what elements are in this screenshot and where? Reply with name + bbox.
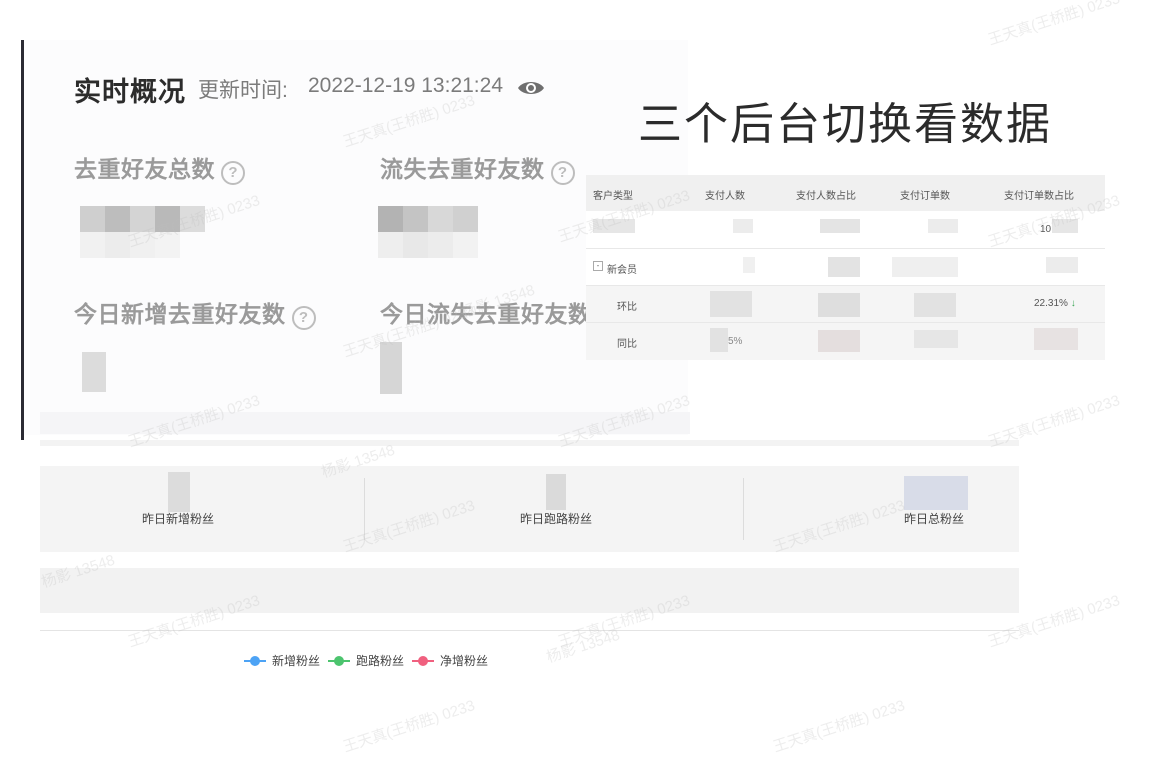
section-gap xyxy=(40,440,1019,446)
customer-type-cell: 环比 xyxy=(617,302,637,313)
eye-icon[interactable] xyxy=(517,78,545,98)
customer-type-cell: 新会员 xyxy=(607,265,637,276)
watermark: 王天真(王桥胜) 0233 xyxy=(771,697,908,756)
blurred-value-2 xyxy=(80,232,180,258)
watermark: 王天真(王桥胜) 0233 xyxy=(341,697,478,756)
blurred-value xyxy=(80,206,205,232)
metric-label: 今日流失去重好友数 xyxy=(380,301,592,327)
realtime-title: 实时概况 xyxy=(74,77,186,107)
vertical-divider xyxy=(743,478,744,540)
question-circle-icon[interactable]: ? xyxy=(291,305,316,330)
blurred-cell xyxy=(892,257,958,277)
blurred-cell xyxy=(743,257,755,273)
blurred-cell xyxy=(710,291,752,317)
legend-lost-fans[interactable]: 跑路粉丝 xyxy=(328,652,404,669)
ratio-cell: 10 xyxy=(1040,224,1052,235)
blurred-value xyxy=(168,472,190,512)
legend-new-fans[interactable]: 新增粉丝 xyxy=(244,652,320,669)
metric-lost-dedup: 流失去重好友数? xyxy=(380,150,575,185)
yoy-cell: 5% xyxy=(728,336,743,347)
blurred-value xyxy=(546,474,566,510)
fans-label-new: 昨日新增粉丝 xyxy=(142,512,215,526)
metric-label: 去重好友总数 xyxy=(74,156,215,182)
metric-today-lost: 今日流失去重好友数 xyxy=(380,295,592,329)
blurred-cell xyxy=(928,219,958,233)
panel-footer-strip xyxy=(40,412,690,434)
metric-label: 今日新增去重好友数 xyxy=(74,301,286,327)
metric-label: 流失去重好友数 xyxy=(380,156,545,182)
fans-label-lost: 昨日跑路粉丝 xyxy=(520,512,593,526)
blurred-cell xyxy=(1034,328,1078,350)
overlay-caption: 三个后台切换看数据 xyxy=(638,100,1052,149)
down-arrow-icon: ↓ xyxy=(1070,298,1076,309)
vertical-divider xyxy=(364,478,365,540)
watermark: 王天真(王桥胜) 0233 xyxy=(986,0,1123,49)
blurred-cell xyxy=(710,328,728,352)
legend-label: 新增粉丝 xyxy=(272,654,321,668)
collapse-toggle[interactable]: - xyxy=(593,261,603,271)
question-circle-icon[interactable]: ? xyxy=(550,160,575,185)
legend-line-icon xyxy=(244,655,266,666)
fans-label-total: 昨日总粉丝 xyxy=(904,512,965,526)
blurred-cell xyxy=(914,293,956,317)
metric-dedup-total: 去重好友总数? xyxy=(74,150,245,185)
blurred-value-2 xyxy=(378,232,478,258)
update-time-label: 更新时间: xyxy=(198,79,288,102)
update-time-value: 2022-12-19 13:21:24 xyxy=(308,74,503,97)
ratio-value: 22.31% xyxy=(1034,298,1068,309)
th-pay-users: 支付人数 xyxy=(705,191,745,202)
blurred-cell xyxy=(1046,257,1078,273)
panel-accent-bar xyxy=(21,40,24,440)
customer-type-cell: 同比 xyxy=(617,339,637,350)
blurred-value xyxy=(378,206,478,232)
legend-line-icon xyxy=(412,655,434,666)
blurred-cell xyxy=(593,219,635,233)
legend-net-fans[interactable]: 净增粉丝 xyxy=(412,652,488,669)
question-circle-icon[interactable]: ? xyxy=(221,160,245,185)
th-pay-orders-ratio: 支付订单数占比 xyxy=(1004,191,1074,202)
blurred-cell xyxy=(820,219,860,233)
chart-toolbar-strip xyxy=(40,568,1019,613)
blurred-cell xyxy=(818,330,860,352)
blurred-value xyxy=(82,352,106,392)
th-customer-type: 客户类型 xyxy=(593,191,633,202)
blurred-value xyxy=(904,476,968,510)
ratio-change-cell: 22.31% ↓ xyxy=(1034,298,1076,309)
legend-label: 跑路粉丝 xyxy=(356,654,405,668)
th-pay-users-ratio: 支付人数占比 xyxy=(796,191,856,202)
th-pay-orders: 支付订单数 xyxy=(900,191,950,202)
blurred-cell xyxy=(818,293,860,317)
blurred-cell xyxy=(733,219,753,233)
blurred-value xyxy=(380,342,402,394)
blurred-cell xyxy=(1052,219,1078,233)
metric-today-new: 今日新增去重好友数? xyxy=(74,295,316,330)
chart-divider xyxy=(40,630,1019,631)
legend-label: 净增粉丝 xyxy=(440,654,489,668)
blurred-cell xyxy=(828,257,860,277)
blurred-cell xyxy=(914,330,958,348)
legend-line-icon xyxy=(328,655,350,666)
